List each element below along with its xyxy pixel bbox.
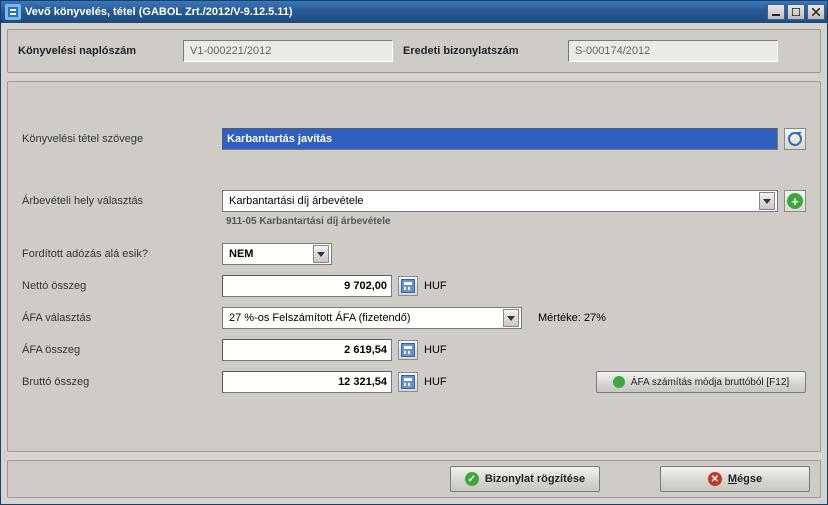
- vat-amount-input[interactable]: [222, 339, 392, 361]
- vat-select-dropdown-button[interactable]: [503, 309, 519, 327]
- journal-number-label: Könyvelési naplószám: [18, 45, 173, 57]
- ok-icon: ✓: [465, 472, 479, 486]
- vat-select-label: ÁFA választás: [22, 312, 222, 324]
- calculator-icon: [401, 279, 415, 293]
- window-frame: Vevő könyvelés, tétel (GABOL Zrt./2012/V…: [0, 0, 828, 505]
- entry-text-label: Könyvelési tétel szövege: [22, 133, 222, 145]
- chevron-down-icon: [763, 199, 771, 204]
- net-currency: HUF: [424, 280, 447, 292]
- titlebar: Vevő könyvelés, tétel (GABOL Zrt./2012/V…: [1, 1, 827, 23]
- gross-currency: HUF: [424, 376, 447, 388]
- reset-entry-text-button[interactable]: [784, 128, 806, 150]
- window-title: Vevő könyvelés, tétel (GABOL Zrt./2012/V…: [25, 6, 767, 18]
- revenue-place-dropdown-button[interactable]: [759, 192, 775, 210]
- vat-select-value: 27 %-os Felszámított ÁFA (fizetendő): [225, 312, 411, 324]
- net-amount-input[interactable]: [222, 275, 392, 297]
- gross-amount-input[interactable]: [222, 371, 392, 393]
- save-voucher-button[interactable]: ✓ Bizonylat rögzítése: [450, 466, 600, 492]
- chevron-down-icon: [317, 252, 325, 257]
- save-voucher-label: Bizonylat rögzítése: [485, 473, 585, 485]
- gross-calc-button[interactable]: [398, 372, 418, 392]
- client-area: Könyvelési naplószám V1-000221/2012 Ered…: [1, 23, 827, 504]
- journal-number-field: V1-000221/2012: [183, 40, 393, 62]
- net-calc-button[interactable]: [398, 276, 418, 296]
- main-panel: Könyvelési tétel szövege Árbevételi hely…: [7, 81, 821, 452]
- cancel-button[interactable]: ✕ Mégse: [660, 466, 810, 492]
- close-button[interactable]: [807, 4, 825, 20]
- refresh-icon: [788, 132, 802, 146]
- vat-rate-label: Mértéke: 27%: [538, 312, 606, 324]
- cancel-icon: ✕: [708, 472, 722, 486]
- add-revenue-place-button[interactable]: +: [784, 190, 806, 212]
- revenue-place-select[interactable]: Karbantartási díj árbevétele: [222, 190, 778, 212]
- cancel-label: Mégse: [728, 473, 762, 485]
- header-panel: Könyvelési naplószám V1-000221/2012 Ered…: [7, 29, 821, 73]
- reverse-vat-select[interactable]: NEM: [222, 243, 332, 265]
- chevron-down-icon: [507, 316, 515, 321]
- vat-currency: HUF: [424, 344, 447, 356]
- vat-calc-mode-button[interactable]: ÁFA számítás módja bruttóból [F12]: [596, 371, 806, 393]
- reverse-vat-label: Fordított adózás alá esik?: [22, 248, 222, 260]
- reverse-vat-value: NEM: [225, 248, 253, 260]
- minimize-button[interactable]: [767, 4, 785, 20]
- net-amount-label: Nettó összeg: [22, 280, 222, 292]
- footer-panel: ✓ Bizonylat rögzítése ✕ Mégse: [7, 460, 821, 498]
- gear-icon: [613, 376, 625, 388]
- revenue-place-subtext: 911-05 Karbantartási díj árbevétele: [222, 216, 391, 227]
- vat-calc-button[interactable]: [398, 340, 418, 360]
- vat-calc-mode-label: ÁFA számítás módja bruttóból [F12]: [631, 377, 789, 388]
- original-voucher-field: S-000174/2012: [568, 40, 778, 62]
- revenue-place-label: Árbevételi hely választás: [22, 195, 222, 207]
- vat-amount-label: ÁFA összeg: [22, 344, 222, 356]
- calculator-icon: [401, 375, 415, 389]
- reverse-vat-dropdown-button[interactable]: [313, 245, 329, 263]
- calculator-icon: [401, 343, 415, 357]
- app-icon: [5, 4, 21, 20]
- original-voucher-label: Eredeti bizonylatszám: [403, 45, 558, 57]
- entry-text-input[interactable]: [222, 128, 778, 150]
- revenue-place-value: Karbantartási díj árbevétele: [225, 195, 364, 207]
- plus-icon: +: [787, 193, 803, 209]
- gross-amount-label: Bruttó összeg: [22, 376, 222, 388]
- vat-select[interactable]: 27 %-os Felszámított ÁFA (fizetendő): [222, 307, 522, 329]
- maximize-button[interactable]: [787, 4, 805, 20]
